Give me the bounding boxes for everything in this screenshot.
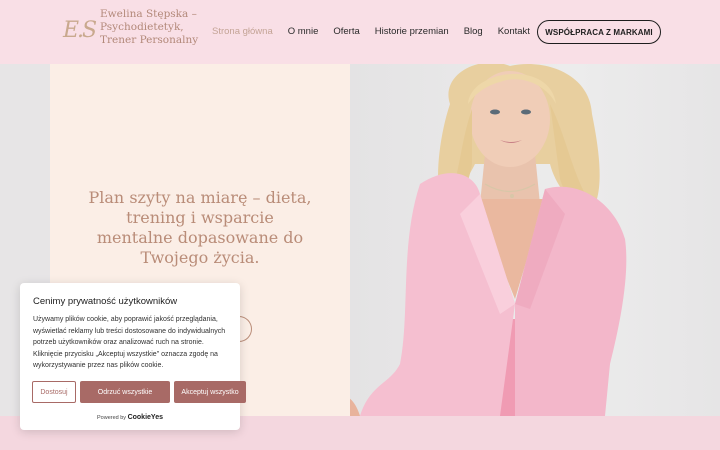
cookie-powered-by: Powered by CookieYes [20,414,240,421]
cookie-customize-button[interactable]: Dostosuj [32,381,76,403]
cookie-title: Cenimy prywatność użytkowników [33,296,178,307]
main-nav: Strona główna O mnie Oferta Historie prz… [212,26,545,37]
nav-item-home[interactable]: Strona główna [212,26,273,37]
powered-by-label: Powered by [97,415,127,421]
cookie-description: Używamy plików cookie, aby poprawić jako… [33,316,226,369]
cookie-reject-all-button[interactable]: Odrzuć wszystkie [80,381,170,403]
cookie-accept-all-button[interactable]: Akceptuj wszystko [174,381,246,403]
nav-item-contact[interactable]: Kontakt [498,26,530,37]
cookieyes-logo[interactable]: CookieYes [128,414,163,421]
brand-name[interactable]: Ewelina Stępska – Psychodietetyk, Trener… [100,8,210,47]
nav-item-offer[interactable]: Oferta [333,26,359,37]
nav-item-blog[interactable]: Blog [464,26,483,37]
brand-collaboration-button[interactable]: WSPÓŁPRACA Z MARKAMI [537,20,661,44]
logo[interactable]: E.S [63,18,97,43]
nav-item-about[interactable]: O mnie [288,26,319,37]
hero-headline: Plan szyty na miarę – dieta, trening i w… [88,188,312,267]
nav-item-transformations[interactable]: Historie przemian [375,26,449,37]
hero-portrait-image [315,64,627,416]
cookie-consent-banner: Cenimy prywatność użytkowników Używamy p… [20,283,246,430]
site-header: E.S Ewelina Stępska – Psychodietetyk, Tr… [0,0,720,64]
